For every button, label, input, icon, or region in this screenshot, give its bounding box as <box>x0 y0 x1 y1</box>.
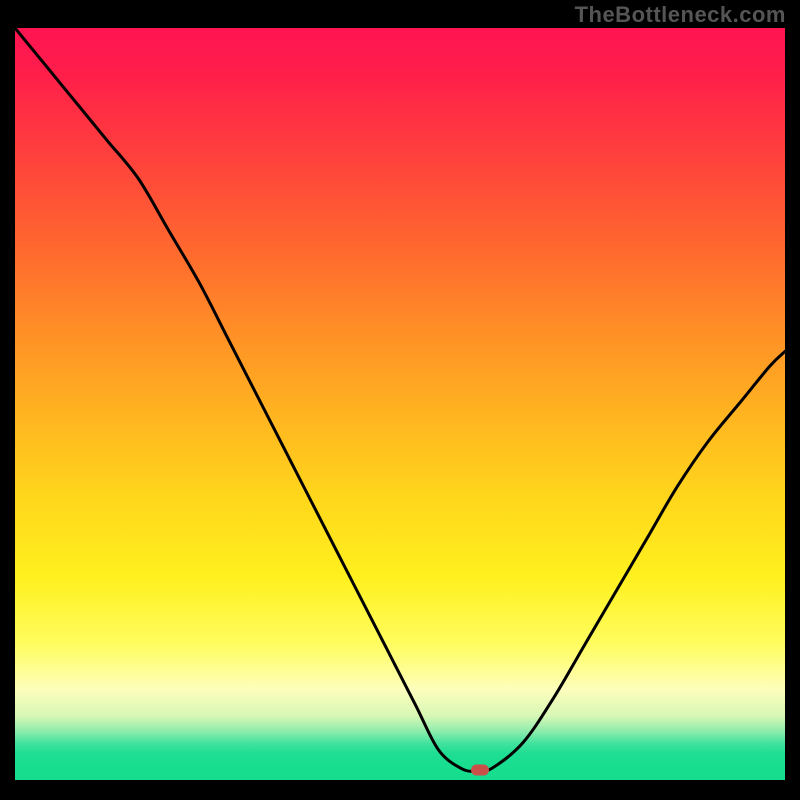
source-watermark: TheBottleneck.com <box>575 2 786 28</box>
chart-frame: TheBottleneck.com <box>0 0 800 800</box>
bottleneck-curve <box>15 28 785 780</box>
min-marker <box>471 765 489 776</box>
plot-area <box>15 28 785 780</box>
